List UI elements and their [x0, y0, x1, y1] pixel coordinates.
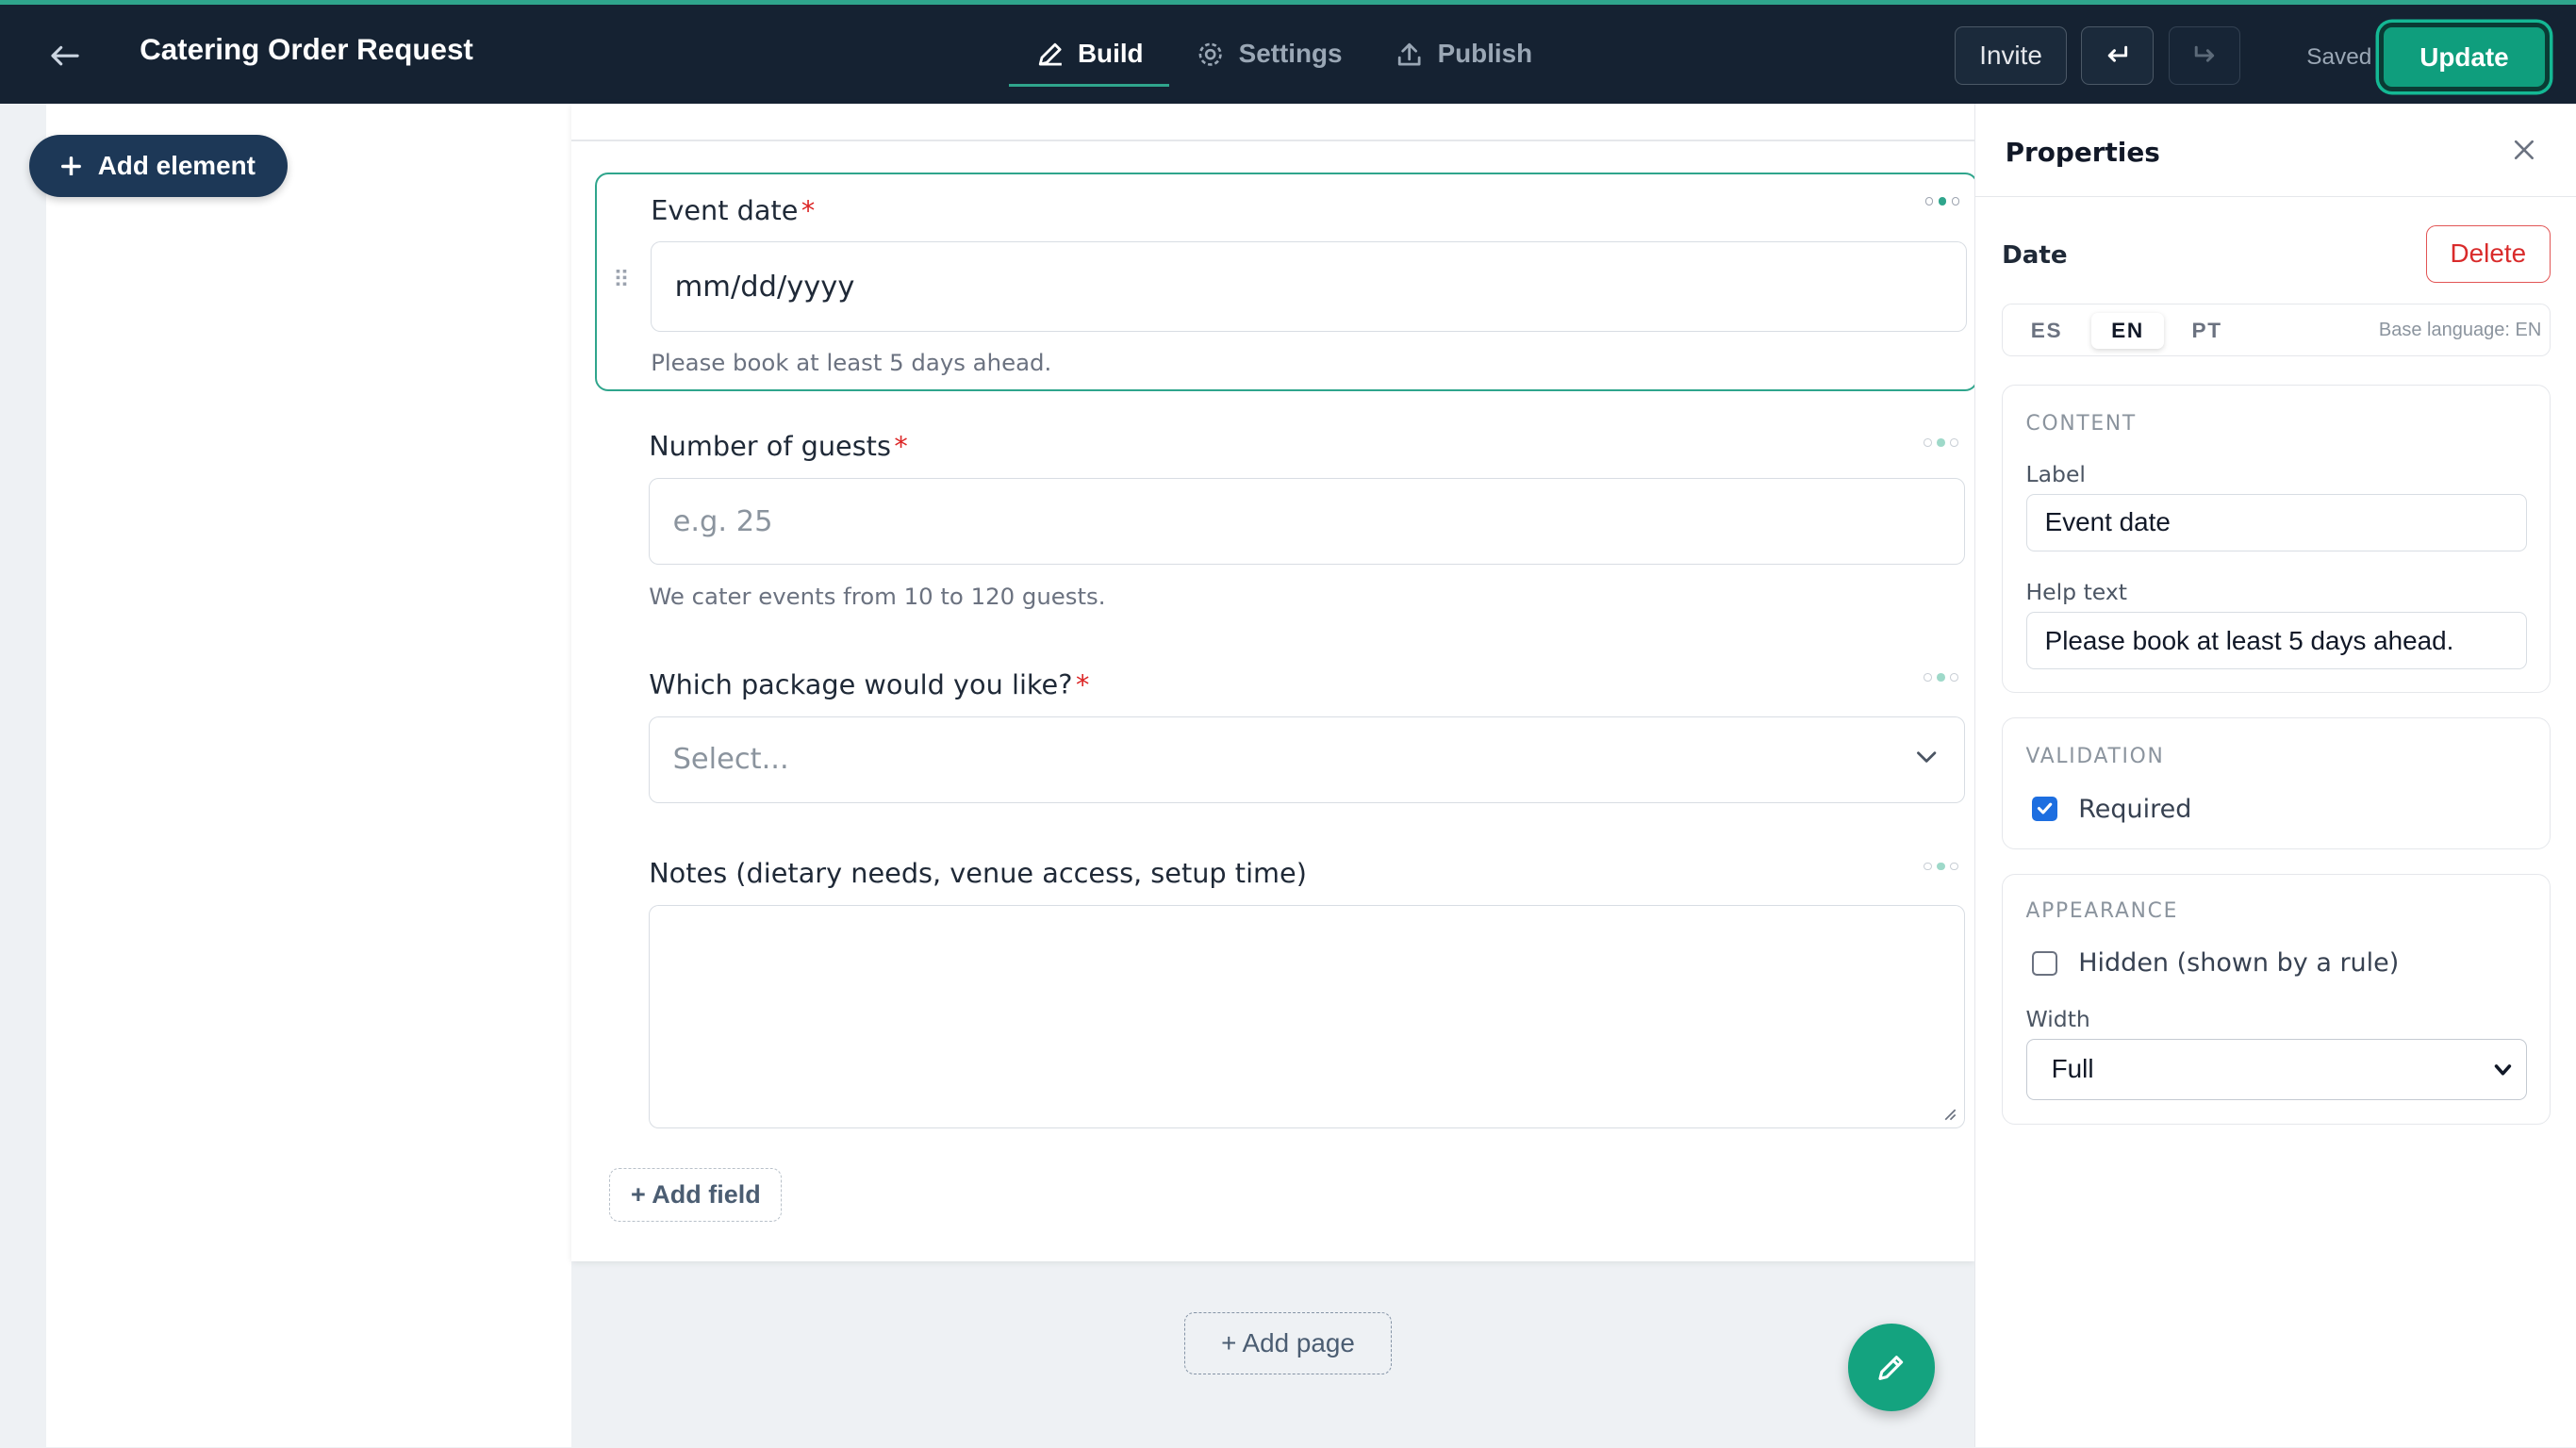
section-title: CONTENT: [2025, 411, 2137, 436]
section-title: VALIDATION: [2025, 745, 2165, 769]
add-element-label: Add element: [97, 150, 256, 180]
resize-handle-icon[interactable]: [1940, 1105, 1957, 1121]
add-element-button[interactable]: Add element: [29, 134, 288, 198]
width-caption: Width: [2025, 1006, 2090, 1033]
add-field-button[interactable]: + Add field: [609, 1167, 783, 1223]
left-panel: [45, 103, 572, 1447]
field-label: Notes (dietary needs, venue access, setu…: [649, 857, 1307, 890]
package-select[interactable]: Select...: [649, 716, 1965, 803]
field-help-text: We cater events from 10 to 120 guests.: [649, 583, 1106, 611]
field-menu-icon[interactable]: [1924, 862, 1958, 871]
base-language-note: Base language: EN: [2378, 319, 2542, 340]
required-star: *: [1075, 668, 1090, 701]
help-text-caption: Help text: [2025, 579, 2128, 606]
add-page-button[interactable]: + Add page: [1184, 1312, 1392, 1375]
tab-settings-label: Settings: [1238, 39, 1343, 69]
update-button[interactable]: Update: [2378, 23, 2551, 92]
checkbox-unchecked-icon[interactable]: [2032, 950, 2057, 976]
help-text-input[interactable]: Please book at least 5 days ahead.: [2025, 612, 2527, 670]
redo-button[interactable]: [2168, 25, 2241, 86]
form-canvas: Event date * ⠿ mm/dd/yyyy Please book at …: [571, 103, 1978, 1262]
validation-section: VALIDATION Required: [2002, 717, 2551, 849]
redo-icon: [2194, 45, 2215, 62]
field-menu-icon[interactable]: [1924, 438, 1958, 447]
gear-icon: [1198, 42, 1223, 66]
width-select[interactable]: Full: [2025, 1039, 2527, 1100]
form-field-package[interactable]: Which package would you like? * Select...: [571, 653, 1974, 817]
edit-fab-button[interactable]: [1848, 1324, 1936, 1411]
required-label: Required: [2078, 794, 2192, 824]
required-star: *: [894, 430, 908, 463]
date-input[interactable]: mm/dd/yyyy: [651, 241, 1967, 333]
tab-publish[interactable]: Publish: [1368, 5, 1559, 104]
back-arrow-icon[interactable]: [46, 31, 86, 77]
language-tab-pt[interactable]: PT: [2172, 313, 2242, 349]
language-tab-es[interactable]: ES: [2011, 313, 2082, 349]
top-bar: Catering Order Request Build Settings Pu…: [0, 0, 2576, 104]
width-select-value: Full: [2051, 1054, 2094, 1084]
page-title: Catering Order Request: [140, 32, 473, 66]
guests-input[interactable]: e.g. 25: [649, 477, 1965, 566]
properties-panel: Properties Date Delete ES EN PT Base lan…: [1974, 103, 2576, 1447]
properties-header: Properties: [1975, 104, 2576, 198]
notes-textarea[interactable]: [649, 904, 1965, 1128]
field-menu-icon[interactable]: [1924, 197, 1960, 206]
tab-publish-label: Publish: [1437, 39, 1533, 69]
field-menu-icon[interactable]: [1924, 673, 1958, 683]
tab-build[interactable]: Build: [1008, 5, 1170, 104]
undo-button[interactable]: [2081, 25, 2155, 86]
checkbox-checked-icon[interactable]: [2032, 796, 2057, 822]
close-icon[interactable]: [2511, 137, 2537, 163]
field-label: Number of guests *: [649, 430, 908, 463]
required-checkbox[interactable]: Required: [2032, 795, 2191, 824]
saved-status: Saved: [2306, 43, 2372, 70]
field-help-text: Please book at least 5 days ahead.: [651, 348, 1052, 376]
drag-handle-icon[interactable]: ⠿: [613, 266, 630, 294]
form-field-notes[interactable]: Notes (dietary needs, venue access, setu…: [571, 843, 1974, 1139]
invite-button[interactable]: Invite: [1955, 25, 2067, 86]
pencil-icon: [1038, 42, 1062, 66]
language-switcher: ES EN PT Base language: EN: [2002, 304, 2551, 357]
undo-icon: [2107, 45, 2128, 62]
hidden-label: Hidden (shown by a rule): [2078, 948, 2400, 979]
element-type: Date: [2002, 241, 2068, 271]
label-input[interactable]: Event date: [2025, 493, 2527, 551]
chevron-down-icon: [2494, 1064, 2512, 1076]
appearance-section: APPEARANCE Hidden (shown by a rule) Widt…: [2002, 873, 2551, 1126]
label-caption: Label: [2025, 460, 2086, 487]
tab-settings[interactable]: Settings: [1169, 5, 1368, 104]
upload-icon: [1398, 42, 1421, 66]
chevron-down-icon: [1916, 751, 1936, 764]
divider: [571, 140, 1975, 141]
field-label: Event date *: [651, 193, 816, 226]
required-star: *: [801, 193, 816, 226]
tab-build-label: Build: [1077, 39, 1144, 69]
field-label: Which package would you like? *: [649, 668, 1090, 701]
pencil-icon: [1878, 1356, 1904, 1381]
form-field-event-date[interactable]: Event date * ⠿ mm/dd/yyyy Please book at …: [594, 172, 1978, 391]
plus-icon: [61, 156, 82, 176]
properties-title: Properties: [2005, 136, 2160, 168]
select-placeholder: Select...: [672, 743, 789, 777]
content-section: CONTENT Label Event date Help text Pleas…: [2002, 384, 2551, 694]
tab-bar: Build Settings Publish: [1008, 5, 1559, 104]
language-tab-en[interactable]: EN: [2091, 313, 2164, 350]
form-field-guests[interactable]: Number of guests * e.g. 25 We cater event…: [571, 416, 1974, 629]
section-title: APPEARANCE: [2025, 899, 2179, 923]
hidden-checkbox[interactable]: Hidden (shown by a rule): [2032, 948, 2399, 978]
delete-button[interactable]: Delete: [2425, 224, 2551, 283]
